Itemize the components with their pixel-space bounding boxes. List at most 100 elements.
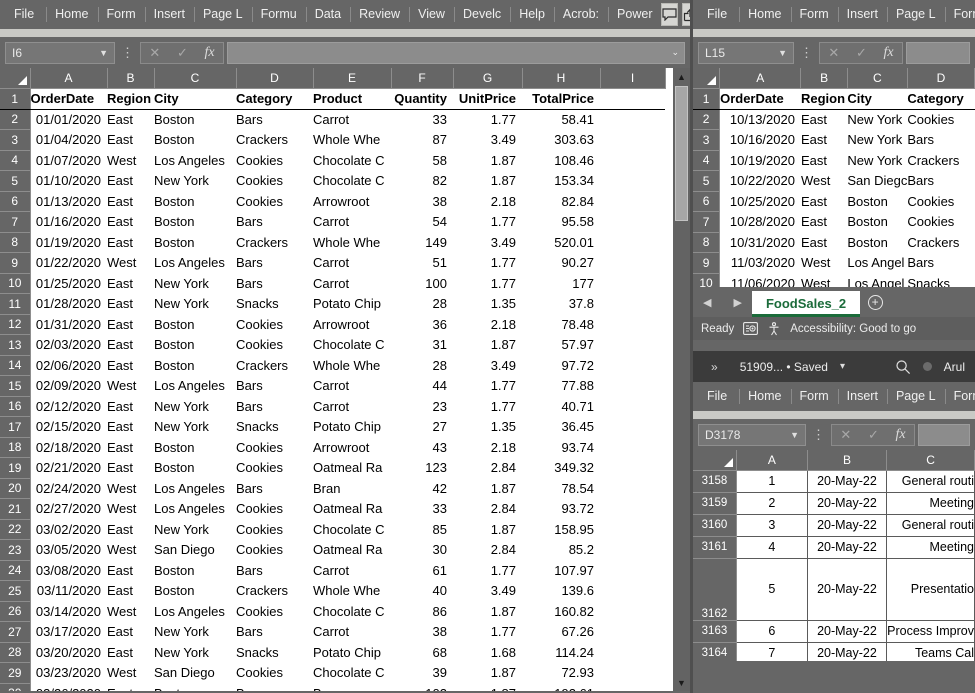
cell-orderdate[interactable]: 02/21/2020 xyxy=(30,457,107,478)
cell-region[interactable]: East xyxy=(800,129,848,150)
cancel-icon[interactable]: ✕ xyxy=(840,427,851,443)
cell-category[interactable]: Bars xyxy=(236,252,313,273)
cell-quantity[interactable]: 68 xyxy=(391,642,453,663)
cell-unitprice[interactable]: 3.49 xyxy=(453,355,522,376)
cell-orderdate[interactable]: 02/09/2020 xyxy=(30,375,107,396)
cell-orderdate[interactable]: 03/14/2020 xyxy=(30,601,107,622)
cell-quantity[interactable]: 23 xyxy=(391,396,453,417)
cell-orderdate[interactable]: 03/05/2020 xyxy=(30,539,107,560)
name-box-left[interactable]: I6 ▼ xyxy=(5,41,115,64)
name-box-right-bottom[interactable]: D3178 ▼ xyxy=(698,423,806,446)
cell-category[interactable]: Bars xyxy=(236,396,313,417)
cell-region[interactable]: West xyxy=(107,375,154,396)
cell-unitprice[interactable]: 3.49 xyxy=(453,129,522,150)
cell-index[interactable]: 3 xyxy=(735,513,808,537)
cell-category[interactable]: Cookies xyxy=(236,334,313,355)
cell-category[interactable]: Bars xyxy=(907,252,975,273)
cell-blank[interactable] xyxy=(600,437,665,458)
row-header-3159[interactable]: 3159 xyxy=(693,492,737,515)
cell-product[interactable]: Carrot xyxy=(313,375,391,396)
cell-unitprice[interactable]: 1.87 xyxy=(453,683,522,691)
cell-city[interactable]: Los Angeles xyxy=(154,498,236,519)
row-header-3[interactable]: 3 xyxy=(693,129,721,151)
cell-index[interactable]: 2 xyxy=(735,491,808,515)
cell-totalprice[interactable]: 90.27 xyxy=(522,252,600,273)
cell-product[interactable]: Carrot xyxy=(313,211,391,232)
search-icon[interactable] xyxy=(895,359,911,375)
table-row[interactable]: 21 02/27/2020 West Los Angeles Cookies Oatmea… xyxy=(0,498,665,520)
cell-date[interactable]: 20-May-22 xyxy=(806,491,888,515)
cell-blank[interactable] xyxy=(600,560,665,581)
cell-region[interactable]: East xyxy=(107,109,154,130)
cell-city[interactable]: Boston xyxy=(154,191,236,212)
cell-product[interactable]: Potato Chip xyxy=(313,416,391,437)
row-header-10[interactable]: 10 xyxy=(693,273,721,287)
cell-city[interactable]: Los Angel xyxy=(847,252,908,273)
cell-activity[interactable]: Presentatio xyxy=(886,557,975,621)
cell-totalprice[interactable]: 82.84 xyxy=(522,191,600,212)
cell-orderdate[interactable]: 11/06/2020 xyxy=(719,273,801,287)
select-all-corner[interactable] xyxy=(0,68,31,89)
cell-totalprice[interactable]: 40.71 xyxy=(522,396,600,417)
cell-index[interactable]: 6 xyxy=(735,619,808,643)
name-box-resize-handle[interactable]: ⋮ xyxy=(794,45,819,61)
cell-region[interactable]: West xyxy=(107,478,154,499)
cell-activity[interactable]: Meeting xyxy=(886,535,975,559)
table-row[interactable]: 22 03/02/2020 East New York Cookies Chocolate… xyxy=(0,519,665,540)
ribbon-tab-home[interactable]: Home xyxy=(739,382,790,411)
cell-totalprice[interactable]: 177 xyxy=(522,273,600,294)
table-row[interactable]: 4 01/07/2020 West Los Angeles Cookies Chocola… xyxy=(0,150,665,171)
table-row[interactable]: 16 02/12/2020 East New York Bars Carrot 23 1.77… xyxy=(0,396,665,417)
cell-category[interactable]: Cookies xyxy=(236,170,313,191)
cell-category[interactable]: Crackers xyxy=(236,355,313,376)
cell-blank[interactable] xyxy=(600,314,665,335)
table-row[interactable]: 3158 1 20-May-22 General routi xyxy=(693,469,975,493)
cell-totalprice[interactable]: 93.72 xyxy=(522,498,600,519)
cell-orderdate[interactable]: 03/08/2020 xyxy=(30,560,107,581)
ribbon-tab-formulas[interactable]: Formu xyxy=(944,382,975,411)
cell-region[interactable]: East xyxy=(107,437,154,458)
cell-region[interactable]: East xyxy=(107,396,154,417)
cell-unitprice[interactable]: 2.84 xyxy=(453,539,522,560)
column-header-b[interactable]: B xyxy=(807,450,888,471)
fx-icon[interactable]: fx xyxy=(896,427,906,443)
cell-orderdate[interactable]: 01/01/2020 xyxy=(30,109,107,130)
cell-orderdate[interactable]: 01/13/2020 xyxy=(30,191,107,212)
cell-product[interactable]: Chocolate C xyxy=(313,662,391,683)
table-row[interactable]: 12 01/31/2020 East Boston Cookies Arrowroot 36… xyxy=(0,314,665,335)
cell-city[interactable]: New York xyxy=(154,416,236,437)
row-header-5[interactable]: 5 xyxy=(693,170,721,192)
cell-quantity[interactable]: 28 xyxy=(391,355,453,376)
cell-product[interactable]: Carrot xyxy=(313,396,391,417)
table-row[interactable]: 18 02/18/2020 East Boston Cookies Arrowroot 43… xyxy=(0,437,665,458)
cell-city[interactable]: Boston xyxy=(154,109,236,130)
ribbon-tab-formulas-short[interactable]: Form xyxy=(790,382,838,411)
row-header-4[interactable]: 4 xyxy=(0,150,31,171)
cell-city[interactable]: Los Angeles xyxy=(154,478,236,499)
cell-quantity[interactable]: 86 xyxy=(391,601,453,622)
cell-blank[interactable] xyxy=(600,109,665,130)
cell-totalprice[interactable]: 158.95 xyxy=(522,519,600,540)
table-row[interactable]: 2 10/13/2020 East New York Cookies xyxy=(693,109,975,130)
formula-input-left[interactable]: ⌄ xyxy=(227,41,685,64)
previous-sheet-icon[interactable]: ◀ xyxy=(703,296,711,309)
cell-product[interactable]: Carrot xyxy=(313,109,391,130)
cell-blank[interactable] xyxy=(600,396,665,417)
cancel-icon[interactable]: ✕ xyxy=(828,45,839,61)
cell-blank[interactable] xyxy=(600,457,665,478)
cell-totalprice[interactable]: 85.2 xyxy=(522,539,600,560)
cell-product[interactable]: Whole Whe xyxy=(313,355,391,376)
sheet-tab-foodsales2[interactable]: FoodSales_2 xyxy=(751,291,861,317)
cell-quantity[interactable]: 36 xyxy=(391,314,453,335)
table-row[interactable]: 9 01/22/2020 West Los Angeles Bars Carrot 51 1.… xyxy=(0,252,665,274)
row-header-5[interactable]: 5 xyxy=(0,170,31,192)
cell-orderdate[interactable]: 01/28/2020 xyxy=(30,293,107,314)
cell-blank[interactable] xyxy=(600,355,665,376)
table-row[interactable]: 15 02/09/2020 West Los Angeles Bars Carrot 44 1… xyxy=(0,375,665,397)
cell-unitprice[interactable]: 1.77 xyxy=(453,375,522,396)
cell-product[interactable]: Bran xyxy=(313,478,391,499)
cell-category[interactable]: Cookies xyxy=(236,191,313,212)
table-row[interactable]: 3162 5 20-May-22 Presentatio xyxy=(693,557,975,621)
ribbon-tab-insert[interactable]: Insert xyxy=(837,382,887,411)
cell-category[interactable]: Crackers xyxy=(236,232,313,253)
